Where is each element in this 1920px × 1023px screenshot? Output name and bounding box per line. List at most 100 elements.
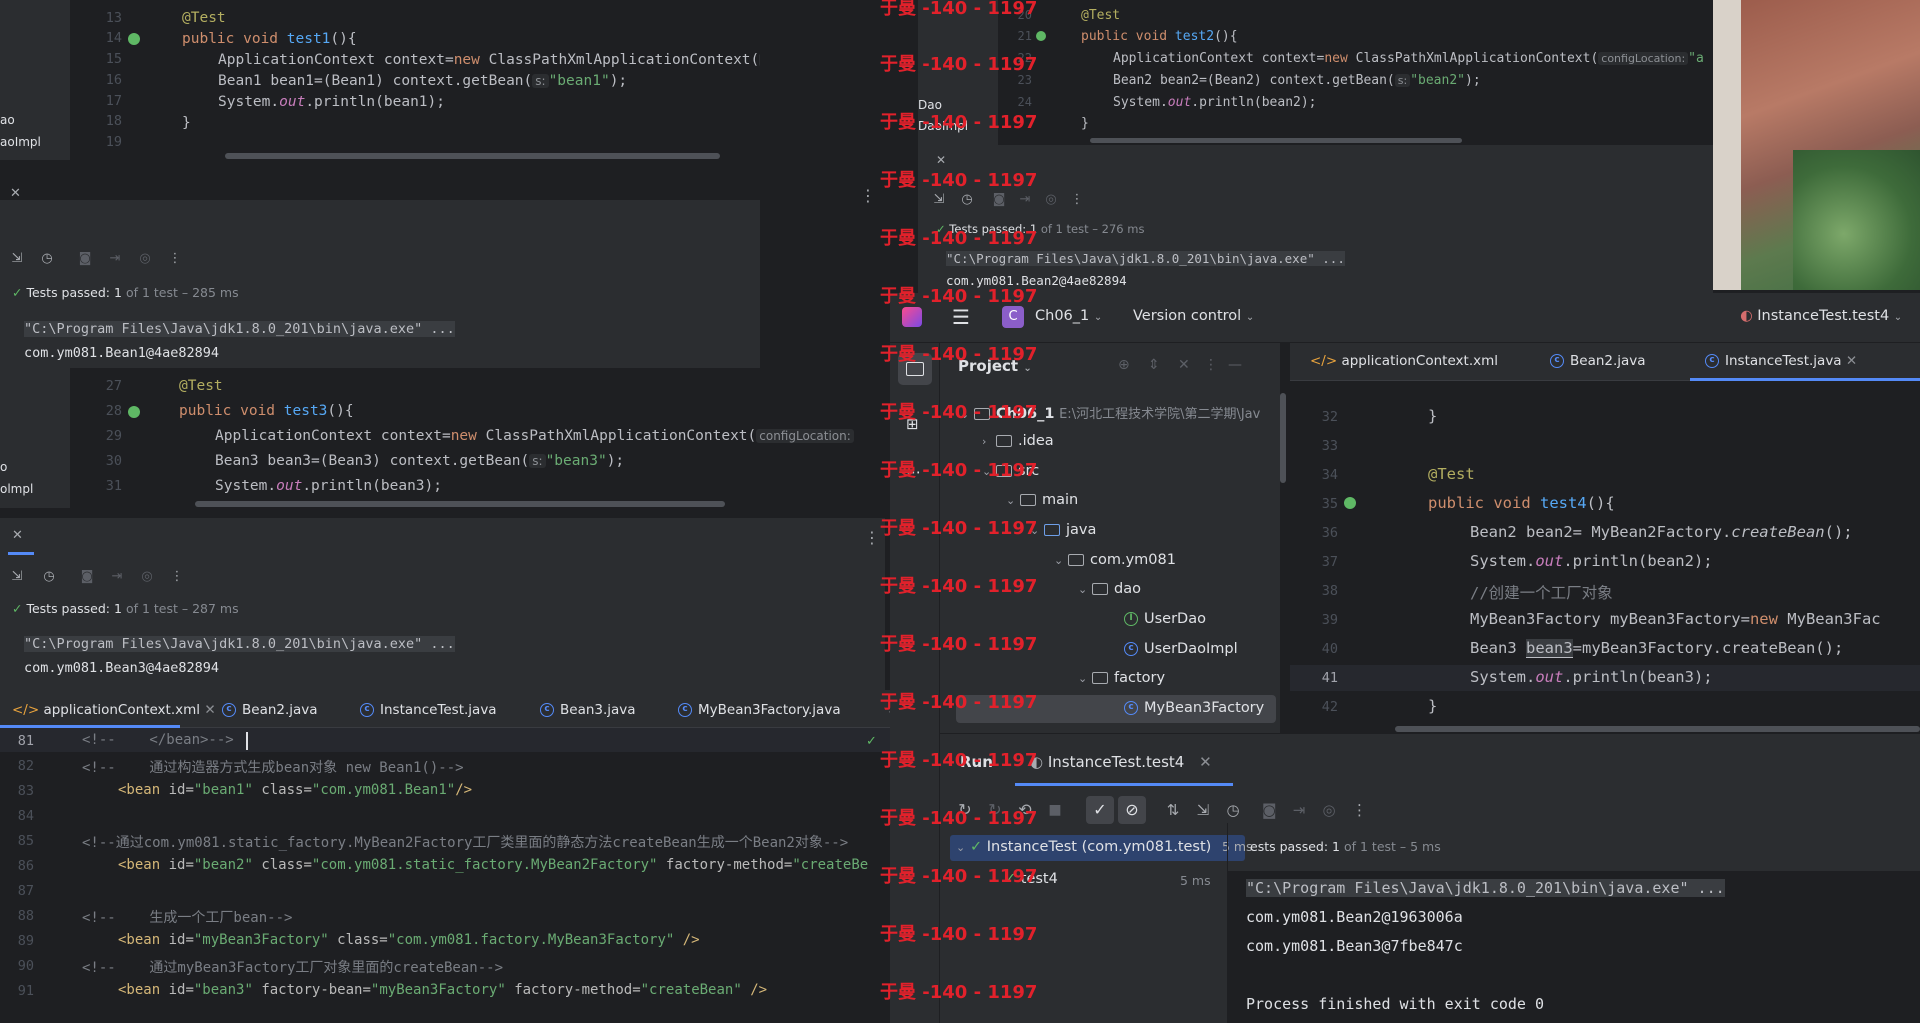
watermark: 于曼 -140 - 1197 — [880, 228, 1038, 249]
coverage-icon[interactable]: ◎ — [138, 252, 152, 266]
method-name: test2 — [1174, 29, 1215, 44]
tab-bean2-java[interactable]: c Bean2.java — [1550, 353, 1646, 369]
background-photo — [1713, 0, 1920, 290]
tests-passed-status: ests passed: 1 of 1 test – 5 ms — [1250, 839, 1441, 854]
line-number: 34 — [1321, 467, 1338, 483]
line-number: 40 — [1321, 641, 1338, 657]
collapse-icon[interactable]: ⇲ — [10, 570, 24, 584]
tree-item-main[interactable]: ⌄ main — [1006, 492, 1078, 508]
tab-instancetest-java[interactable]: c InstanceTest.java ✕ — [1705, 353, 1857, 369]
tree-item-mybean3factory[interactable]: c MyBean3Factory — [1124, 700, 1264, 716]
coverage-icon[interactable]: ◎ — [1322, 803, 1336, 818]
watermark: 于曼 -140 - 1197 — [880, 808, 1038, 829]
coverage-icon[interactable]: ◎ — [1044, 193, 1058, 207]
xml-line: <!-- 通过myBean3Factory工厂对象里面的createBean--… — [82, 960, 504, 976]
watermark: 于曼 -140 - 1197 — [880, 634, 1038, 655]
tab-bean2-java[interactable]: c Bean2.java — [222, 702, 318, 718]
coverage-icon[interactable]: ◎ — [140, 570, 154, 584]
horizontal-scrollbar[interactable] — [195, 501, 725, 507]
param-hint: configLocation: — [759, 53, 760, 67]
code-line: System.out.println(bean2); — [1470, 552, 1713, 570]
collapse-icon[interactable]: ⇲ — [10, 252, 24, 266]
tree-item-dao[interactable]: ⌄ dao — [1078, 581, 1141, 597]
tree-item-idea[interactable]: › .idea — [982, 433, 1054, 449]
run-gutter-icon[interactable] — [128, 33, 140, 45]
options-icon[interactable]: ⋮ — [1204, 357, 1218, 373]
line-number: 91 — [17, 983, 34, 999]
app-logo[interactable] — [902, 307, 922, 327]
history-icon[interactable]: ◷ — [960, 193, 974, 207]
more-options-icon[interactable]: ⋮ — [864, 528, 880, 547]
tree-item-java[interactable]: ⌄ java — [1030, 522, 1096, 538]
stop-icon[interactable]: ■ — [1048, 803, 1062, 817]
watermark: 于曼 -140 - 1197 — [880, 750, 1038, 771]
run-tab[interactable]: ◐ InstanceTest.test4 ✕ — [1030, 753, 1212, 771]
more-options-icon[interactable]: ⋮ — [860, 186, 876, 205]
history-icon[interactable]: ◷ — [40, 252, 54, 266]
sidebar-label[interactable]: ao — [0, 113, 15, 127]
code-annotation: @Test — [1428, 465, 1475, 483]
test-tree-root[interactable]: ⌄ ✓ InstanceTest (com.ym081.test) 5 ms — [956, 839, 1253, 855]
main-menu-icon[interactable]: ☰ — [952, 305, 970, 329]
tree-item-userdaoimpl[interactable]: c UserDaoImpl — [1124, 641, 1238, 657]
tab-applicationcontext-xml[interactable]: </> applicationContext.xml — [1310, 353, 1498, 369]
history-icon[interactable]: ◷ — [42, 570, 56, 584]
tab-instancetest-java[interactable]: c InstanceTest.java — [360, 702, 497, 718]
camera-icon[interactable]: ◙ — [80, 570, 94, 584]
tree-item-factory[interactable]: ⌄ factory — [1078, 670, 1165, 686]
vcs-selector[interactable]: Version control ⌄ — [1133, 308, 1254, 324]
run-gutter-icon[interactable] — [1036, 31, 1046, 41]
tab-applicationcontext-xml[interactable]: </> applicationContext.xml ✕ — [12, 702, 216, 718]
tab-bean3-java[interactable]: c Bean3.java — [540, 702, 636, 718]
code-line: Bean3 bean3=myBean3Factory.createBean(); — [1470, 639, 1844, 658]
console-command: "C:\Program Files\Java\jdk1.8.0_201\bin\… — [24, 321, 455, 337]
tree-item-userdao[interactable]: I UserDao — [1124, 611, 1206, 627]
collapse-all-icon[interactable]: ✕ — [1178, 357, 1190, 373]
expand-all-icon[interactable]: ⇕ — [1148, 357, 1160, 373]
history-icon[interactable]: ◷ — [1226, 803, 1240, 818]
more-icon[interactable]: ⋮ — [168, 252, 182, 266]
horizontal-scrollbar[interactable] — [225, 153, 720, 159]
tree-scrollbar[interactable] — [1280, 393, 1286, 483]
horizontal-scrollbar[interactable] — [1090, 138, 1462, 143]
close-icon[interactable]: ✕ — [10, 186, 21, 201]
tab-mybean3factory-java[interactable]: c MyBean3Factory.java — [678, 702, 841, 718]
more-icon[interactable]: ⋮ — [1070, 193, 1084, 207]
camera-icon[interactable]: ◙ — [78, 252, 92, 266]
method-name: test1 — [286, 31, 331, 47]
close-icon[interactable]: ✕ — [12, 528, 23, 543]
export-icon[interactable]: ⇥ — [110, 570, 124, 584]
locate-icon[interactable]: ⊕ — [1118, 357, 1130, 373]
sidebar-label[interactable]: aoImpl — [0, 135, 41, 149]
sidebar-label[interactable]: olmpl — [0, 482, 33, 496]
inspection-ok-icon[interactable]: ✓ — [866, 734, 877, 749]
sidebar-label[interactable]: o — [0, 460, 7, 474]
run-gutter-icon[interactable] — [1344, 497, 1356, 509]
export-icon[interactable]: ⇥ — [1292, 803, 1306, 818]
tests-passed-status: ✓ Tests passed: 1 of 1 test – 285 ms — [12, 285, 239, 300]
hide-icon[interactable]: — — [1228, 357, 1242, 373]
camera-icon[interactable]: ◙ — [1262, 803, 1277, 818]
close-icon[interactable]: ✕ — [936, 153, 946, 167]
more-icon[interactable]: ⋮ — [1352, 803, 1367, 818]
line-number: 21 — [1017, 29, 1032, 43]
project-selector[interactable]: Ch06_1 ⌄ — [1035, 308, 1102, 324]
show-passed-button[interactable]: ✓ — [1086, 796, 1114, 824]
horizontal-scrollbar[interactable] — [1395, 726, 1920, 732]
show-ignored-button[interactable]: ⊘ — [1118, 796, 1146, 824]
export-icon[interactable]: ⇥ — [108, 252, 122, 266]
sort-icon[interactable]: ⇅ — [1166, 803, 1180, 818]
run-config-selector[interactable]: ◐ InstanceTest.test4 ⌄ — [1740, 308, 1902, 324]
camera-icon[interactable]: ◙ — [992, 193, 1006, 207]
more-icon[interactable]: ⋮ — [170, 570, 184, 584]
project-badge: C — [1002, 306, 1024, 328]
watermark: 于曼 -140 - 1197 — [880, 982, 1038, 1003]
collapse-icon[interactable]: ⇲ — [1196, 803, 1210, 818]
collapse-icon[interactable]: ⇲ — [932, 193, 946, 207]
line-number: 36 — [1321, 525, 1338, 541]
run-gutter-icon[interactable] — [128, 406, 140, 418]
line-number: 15 — [105, 51, 122, 67]
export-icon[interactable]: ⇥ — [1018, 193, 1032, 207]
tree-item-package[interactable]: ⌄ com.ym081 — [1054, 552, 1176, 568]
code-line: Bean3 bean3=(Bean3) context.getBean(s: "b… — [215, 453, 625, 469]
